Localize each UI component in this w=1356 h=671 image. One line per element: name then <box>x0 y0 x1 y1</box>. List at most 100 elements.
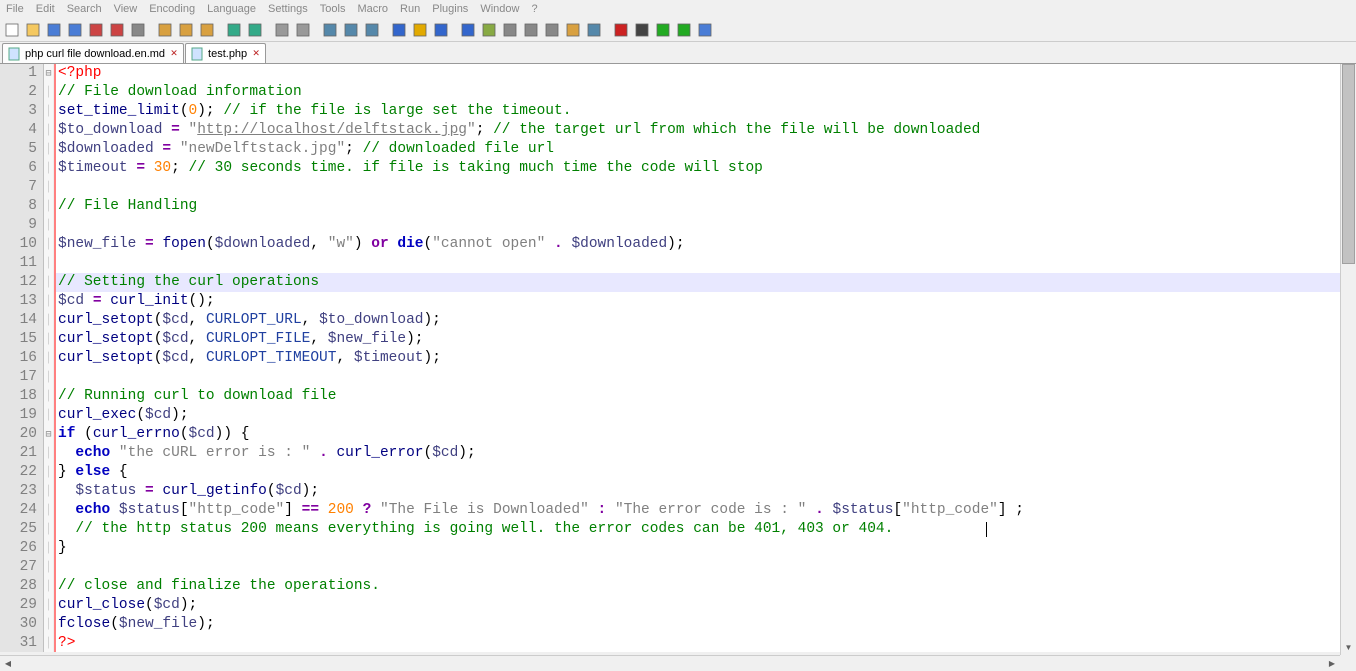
code-line[interactable]: // close and finalize the operations. <box>56 577 1356 596</box>
menu-help[interactable]: ? <box>531 3 537 15</box>
monitor-icon[interactable] <box>584 20 604 40</box>
print-icon[interactable] <box>128 20 148 40</box>
fold-marker[interactable]: ⊟ <box>44 64 53 83</box>
code-line[interactable]: $downloaded = "newDelftstack.jpg"; // do… <box>56 140 1356 159</box>
menu-window[interactable]: Window <box>480 3 519 15</box>
code-line[interactable]: set_time_limit(0); // if the file is lar… <box>56 102 1356 121</box>
replace-icon[interactable] <box>293 20 313 40</box>
fold-marker[interactable]: │ <box>44 596 53 615</box>
code-line[interactable]: echo "the cURL error is : " . curl_error… <box>56 444 1356 463</box>
code-line[interactable]: $status = curl_getinfo($cd); <box>56 482 1356 501</box>
vscroll-thumb[interactable] <box>1342 64 1355 264</box>
fold-marker[interactable]: │ <box>44 83 53 102</box>
scroll-right-icon[interactable]: ▶ <box>1324 656 1340 671</box>
save-icon[interactable] <box>44 20 64 40</box>
copy-icon[interactable] <box>176 20 196 40</box>
fold-marker[interactable]: ⊟ <box>44 425 53 444</box>
sync-icon[interactable] <box>362 20 382 40</box>
code-line[interactable]: $cd = curl_init(); <box>56 292 1356 311</box>
doc-map-icon[interactable] <box>500 20 520 40</box>
code-line[interactable]: curl_setopt($cd, CURLOPT_FILE, $new_file… <box>56 330 1356 349</box>
tab-close-icon[interactable]: ✕ <box>169 49 179 59</box>
menu-settings[interactable]: Settings <box>268 3 308 15</box>
menu-language[interactable]: Language <box>207 3 256 15</box>
record-icon[interactable] <box>611 20 631 40</box>
fold-marker[interactable]: │ <box>44 197 53 216</box>
code-line[interactable]: fclose($new_file); <box>56 615 1356 634</box>
folder-icon[interactable] <box>563 20 583 40</box>
vertical-scrollbar[interactable]: ▲ ▼ <box>1340 64 1356 655</box>
tab-1[interactable]: test.php✕ <box>185 43 266 63</box>
saveall-icon[interactable] <box>65 20 85 40</box>
scroll-down-icon[interactable]: ▼ <box>1341 639 1356 655</box>
fold-marker[interactable]: │ <box>44 368 53 387</box>
code-line[interactable] <box>56 178 1356 197</box>
code-line[interactable]: $timeout = 30; // 30 seconds time. if fi… <box>56 159 1356 178</box>
fold-marker[interactable]: │ <box>44 349 53 368</box>
fold-marker[interactable]: │ <box>44 406 53 425</box>
stop-icon[interactable] <box>632 20 652 40</box>
indent-icon[interactable] <box>431 20 451 40</box>
zoomout-icon[interactable] <box>341 20 361 40</box>
code-line[interactable]: echo $status["http_code"] == 200 ? "The … <box>56 501 1356 520</box>
zoomin-icon[interactable] <box>320 20 340 40</box>
fold-marker[interactable]: │ <box>44 216 53 235</box>
find-icon[interactable] <box>272 20 292 40</box>
fold-marker[interactable]: │ <box>44 235 53 254</box>
fold-marker[interactable]: │ <box>44 501 53 520</box>
cut-icon[interactable] <box>155 20 175 40</box>
code-line[interactable]: // File download information <box>56 83 1356 102</box>
fold-marker[interactable]: │ <box>44 254 53 273</box>
fold-marker[interactable]: │ <box>44 330 53 349</box>
menu-tools[interactable]: Tools <box>320 3 346 15</box>
func-list-icon[interactable] <box>542 20 562 40</box>
code-line[interactable]: // Running curl to download file <box>56 387 1356 406</box>
fold-marker[interactable]: │ <box>44 482 53 501</box>
menu-run[interactable]: Run <box>400 3 420 15</box>
code-line[interactable]: if (curl_errno($cd)) { <box>56 425 1356 444</box>
code-line[interactable] <box>56 558 1356 577</box>
redo-icon[interactable] <box>245 20 265 40</box>
fold-marker[interactable]: │ <box>44 273 53 292</box>
code-line[interactable] <box>56 368 1356 387</box>
fold-marker[interactable]: │ <box>44 558 53 577</box>
wordwrap-icon[interactable] <box>389 20 409 40</box>
code-line[interactable]: curl_setopt($cd, CURLOPT_URL, $to_downlo… <box>56 311 1356 330</box>
code-line[interactable] <box>56 254 1356 273</box>
menu-macro[interactable]: Macro <box>357 3 388 15</box>
code-line[interactable]: curl_close($cd); <box>56 596 1356 615</box>
tab-0[interactable]: php curl file download.en.md✕ <box>2 43 184 63</box>
fold-marker[interactable]: │ <box>44 634 53 653</box>
userlang-icon[interactable] <box>479 20 499 40</box>
code-line[interactable]: $new_file = fopen($downloaded, "w") or d… <box>56 235 1356 254</box>
fold-marker[interactable]: │ <box>44 387 53 406</box>
fold-marker[interactable]: │ <box>44 577 53 596</box>
scroll-left-icon[interactable]: ◀ <box>0 656 16 671</box>
close-icon[interactable] <box>86 20 106 40</box>
menu-search[interactable]: Search <box>67 3 102 15</box>
doc-list-icon[interactable] <box>521 20 541 40</box>
code-line[interactable]: } <box>56 539 1356 558</box>
open-icon[interactable] <box>23 20 43 40</box>
fold-marker[interactable]: │ <box>44 463 53 482</box>
savemacro-icon[interactable] <box>695 20 715 40</box>
fold-marker[interactable]: │ <box>44 311 53 330</box>
menu-plugins[interactable]: Plugins <box>432 3 468 15</box>
fold-marker[interactable]: │ <box>44 178 53 197</box>
fold-marker[interactable]: │ <box>44 615 53 634</box>
closeall-icon[interactable] <box>107 20 127 40</box>
horizontal-scrollbar[interactable]: ◀ ▶ <box>0 655 1340 671</box>
menu-edit[interactable]: Edit <box>36 3 55 15</box>
foldlevel-icon[interactable] <box>458 20 478 40</box>
fold-column[interactable]: ⊟││││││││││││││││││⊟│││││││││││ <box>44 64 54 652</box>
fold-marker[interactable]: │ <box>44 539 53 558</box>
code-line[interactable]: // File Handling <box>56 197 1356 216</box>
playmulti-icon[interactable] <box>674 20 694 40</box>
code-line[interactable]: // the http status 200 means everything … <box>56 520 1356 539</box>
code-line[interactable]: curl_exec($cd); <box>56 406 1356 425</box>
code-line[interactable]: } else { <box>56 463 1356 482</box>
code-line[interactable]: curl_setopt($cd, CURLOPT_TIMEOUT, $timeo… <box>56 349 1356 368</box>
code-area[interactable]: <?php// File download informationset_tim… <box>56 64 1356 652</box>
fold-marker[interactable]: │ <box>44 292 53 311</box>
code-line[interactable]: <?php <box>56 64 1356 83</box>
